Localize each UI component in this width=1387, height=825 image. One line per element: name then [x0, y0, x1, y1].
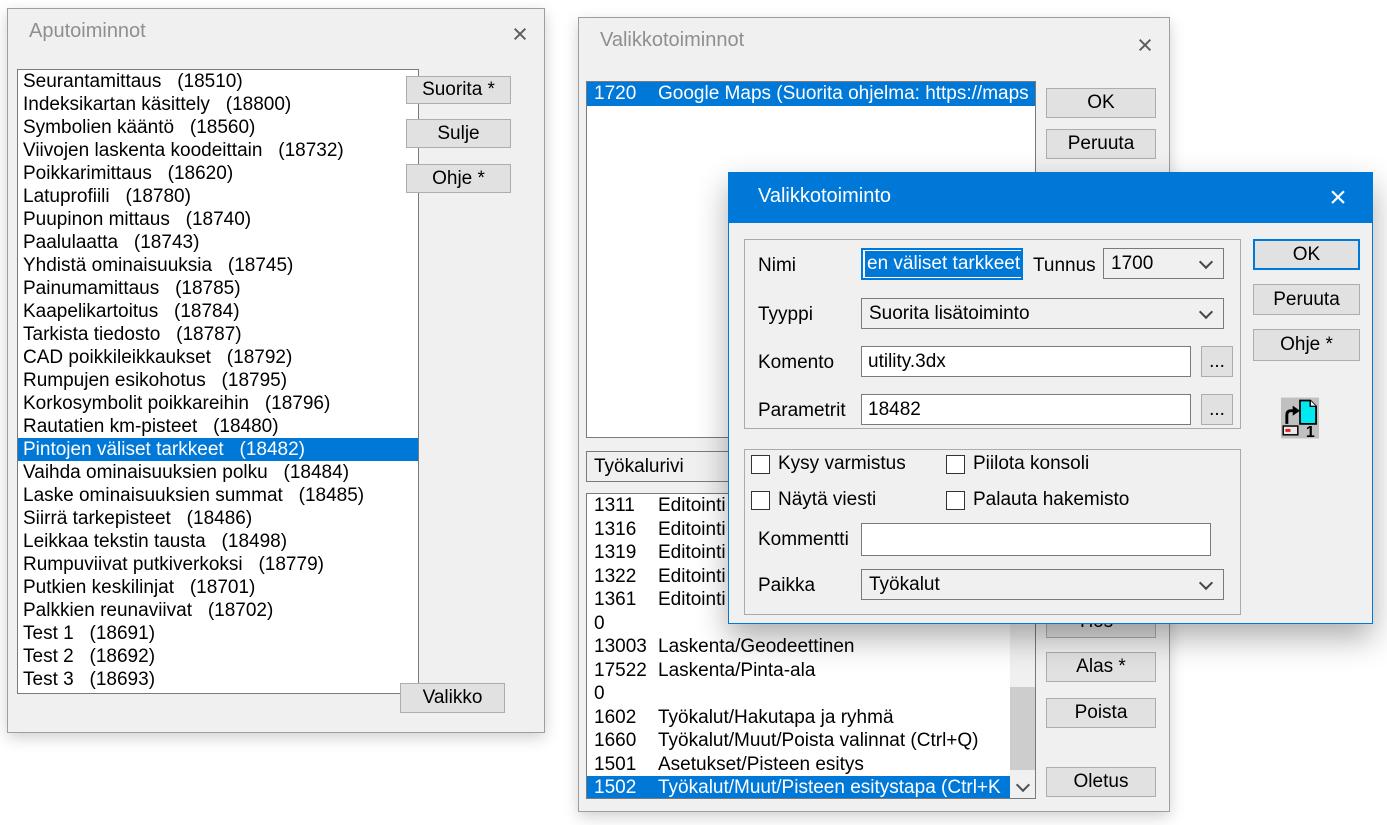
list-item[interactable]: Test 1 (18691): [18, 622, 418, 645]
list-item[interactable]: Paalulaatta (18743): [18, 231, 418, 254]
paikka-label: Paikka: [758, 575, 815, 597]
tyyppi-value: Suorita lisätoiminto: [869, 303, 1030, 325]
nimi-input[interactable]: en väliset tarkkeet: [861, 248, 1023, 280]
peruuta-button[interactable]: Peruuta: [1046, 129, 1156, 159]
list-item[interactable]: Rautatien km-pisteet (18480): [18, 415, 418, 438]
sulje-button[interactable]: Sulje: [406, 119, 511, 148]
close-icon[interactable]: ×: [1312, 179, 1364, 217]
list-item[interactable]: Leikkaa tekstin tausta (18498): [18, 530, 418, 553]
checkbox[interactable]: [751, 455, 770, 474]
selected-text: en väliset tarkkeet: [865, 251, 1022, 277]
list-item[interactable]: Yhdistä ominaisuuksia (18745): [18, 254, 418, 277]
toolbar-row-label: Työkalurivi: [594, 456, 684, 478]
list-item[interactable]: 1720Google Maps (Suorita ohjelma: https:…: [587, 82, 1035, 106]
list-item[interactable]: Viivojen laskenta koodeittain (18732): [18, 139, 418, 162]
nimi-label: Nimi: [758, 255, 796, 277]
checkbox-label: Näytä viesti: [778, 489, 876, 511]
ok-button[interactable]: OK: [1046, 88, 1156, 118]
list-item[interactable]: Latuprofiili (18780): [18, 185, 418, 208]
function-listbox: Seurantamittaus (18510) Indeksikartan kä…: [17, 69, 419, 694]
dialog-title: Valikkotoiminnot: [600, 29, 744, 52]
list-item[interactable]: 1502Työkalut/Muut/Pisteen esitystapa (Ct…: [587, 776, 1010, 798]
ohje-button[interactable]: Ohje *: [406, 164, 511, 193]
list-item[interactable]: Palkkien reunaviivat (18702): [18, 599, 418, 622]
chevron-down-icon: [1199, 575, 1213, 589]
list-item[interactable]: Test 3 (18693): [18, 668, 418, 691]
list-item[interactable]: Putkien keskilinjat (18701): [18, 576, 418, 599]
kommentti-input[interactable]: [861, 523, 1211, 556]
komento-input[interactable]: utility.3dx: [861, 346, 1191, 377]
list-item[interactable]: Vaihda ominaisuuksien polku (18484): [18, 461, 418, 484]
scrollbar-thumb[interactable]: [1010, 687, 1035, 770]
list-item[interactable]: Laske ominaisuuksien summat (18485): [18, 484, 418, 507]
list-item[interactable]: Pintojen väliset tarkkeet (18482): [18, 438, 418, 461]
checkbox-label: Piilota konsoli: [973, 453, 1089, 475]
screen: Aputoiminnot × Seurantamittaus (18510) I…: [0, 0, 1387, 825]
checkbox-item[interactable]: Piilota konsoli: [946, 454, 1221, 474]
checkbox-item[interactable]: Kysy varmistus: [751, 454, 946, 474]
list-item[interactable]: Siirrä tarkepisteet (18486): [18, 507, 418, 530]
oletus-button[interactable]: Oletus: [1046, 767, 1156, 797]
list-item[interactable]: Kaapelikartoitus (18784): [18, 300, 418, 323]
alas-button[interactable]: Alas *: [1046, 652, 1156, 682]
ok-button[interactable]: OK: [1253, 239, 1360, 270]
tunnus-label: Tunnus: [1033, 255, 1096, 277]
options-checkbox-grid: Kysy varmistus Piilota konsoli Näytä vie…: [751, 454, 1221, 510]
list-item[interactable]: CAD poikkileikkaukset (18792): [18, 346, 418, 369]
tunnus-combo[interactable]: 1700: [1103, 248, 1224, 279]
peruuta-button[interactable]: Peruuta: [1253, 284, 1360, 315]
list-item[interactable]: Korkosymbolit poikkareihin (18796): [18, 392, 418, 415]
list-item[interactable]: Poikkarimittaus (18620): [18, 162, 418, 185]
parametrit-browse-button[interactable]: ...: [1201, 394, 1233, 425]
svg-text:1: 1: [1306, 423, 1315, 439]
valikko-button[interactable]: Valikko: [400, 683, 505, 713]
checkbox-item[interactable]: Palauta hakemisto: [946, 490, 1221, 510]
komento-label: Komento: [758, 352, 834, 374]
parametrit-input[interactable]: 18482: [861, 394, 1191, 425]
list-item[interactable]: 1660Työkalut/Muut/Poista valinnat (Ctrl+…: [587, 729, 1010, 753]
parametrit-label: Parametrit: [758, 400, 846, 422]
tyyppi-label: Tyyppi: [758, 304, 813, 326]
list-item[interactable]: Indeksikartan käsittely (18800): [18, 93, 418, 116]
paikka-value: Työkalut: [869, 574, 940, 596]
list-item[interactable]: 17522Laskenta/Pinta-ala: [587, 659, 1010, 683]
dialog-title: Valikkotoiminto: [758, 185, 891, 208]
chevron-down-icon: [1199, 304, 1213, 318]
list-item[interactable]: Symbolien kääntö (18560): [18, 116, 418, 139]
checkbox-label: Kysy varmistus: [778, 453, 906, 475]
list-item[interactable]: Painumamittaus (18785): [18, 277, 418, 300]
komento-browse-button[interactable]: ...: [1201, 346, 1233, 377]
valikkotoiminto-dialog: Valikkotoiminto × Nimi en väliset tarkke…: [728, 172, 1373, 624]
list-item[interactable]: 0: [587, 682, 1010, 706]
list-item[interactable]: Puupinon mittaus (18740): [18, 208, 418, 231]
close-icon[interactable]: ×: [500, 17, 540, 51]
close-icon[interactable]: ×: [1125, 28, 1165, 62]
kommentti-label: Kommentti: [758, 529, 849, 551]
list-item[interactable]: Rumpuviivat putkiverkoksi (18779): [18, 553, 418, 576]
list-item[interactable]: Rumpujen esikohotus (18795): [18, 369, 418, 392]
checkbox[interactable]: [946, 491, 965, 510]
poista-button[interactable]: Poista: [1046, 698, 1156, 728]
aputoiminnot-dialog: Aputoiminnot × Seurantamittaus (18510) I…: [7, 8, 545, 733]
dialog-title: Aputoiminnot: [29, 20, 146, 43]
checkbox[interactable]: [751, 491, 770, 510]
checkbox[interactable]: [946, 455, 965, 474]
paikka-combo[interactable]: Työkalut: [861, 569, 1224, 600]
list-item[interactable]: 13003Laskenta/Geodeettinen: [587, 635, 1010, 659]
checkbox-item[interactable]: Näytä viesti: [751, 490, 946, 510]
ohje-button[interactable]: Ohje *: [1253, 329, 1360, 361]
tunnus-value: 1700: [1111, 253, 1153, 275]
list-item[interactable]: Seurantamittaus (18510): [18, 70, 418, 93]
list-item[interactable]: Tarkista tiedosto (18787): [18, 323, 418, 346]
chevron-down-icon: [1199, 254, 1213, 268]
checkbox-label: Palauta hakemisto: [973, 489, 1129, 511]
list-item[interactable]: 1501Asetukset/Pisteen esitys: [587, 753, 1010, 777]
run-macro-icon: 1: [1281, 397, 1319, 439]
scroll-down-icon[interactable]: [1010, 775, 1035, 798]
suorita-button[interactable]: Suorita *: [406, 76, 511, 104]
tyyppi-combo[interactable]: Suorita lisätoiminto: [861, 298, 1224, 329]
list-item[interactable]: Test 2 (18692): [18, 645, 418, 668]
list-item[interactable]: 1602Työkalut/Hakutapa ja ryhmä: [587, 706, 1010, 730]
